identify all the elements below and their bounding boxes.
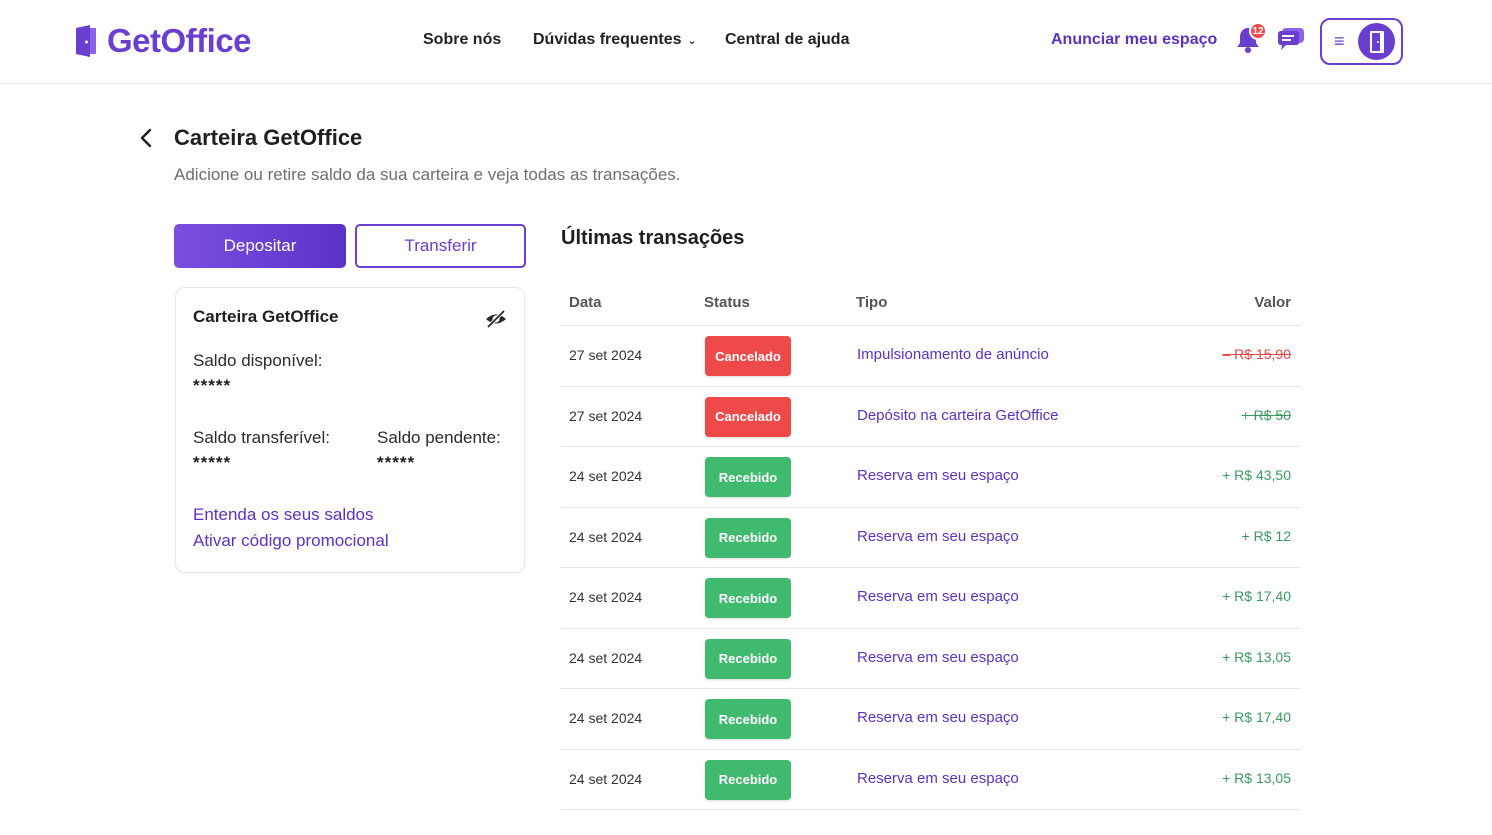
door-logo-icon — [74, 24, 98, 58]
eye-slash-icon[interactable] — [485, 309, 507, 329]
header-value: Valor — [1254, 294, 1291, 311]
pending-balance-label: Saldo pendente: — [377, 428, 501, 447]
available-balance-value: ***** — [193, 376, 232, 395]
transaction-type-link[interactable]: Reserva em seu espaço — [857, 467, 1019, 484]
deposit-button[interactable]: Depositar — [174, 224, 346, 268]
nav-central-de-ajuda[interactable]: Central de ajuda — [725, 31, 849, 49]
logo[interactable]: GetOffice — [74, 22, 252, 60]
pending-balance-value: ***** — [377, 453, 416, 472]
status-badge: Recebido — [705, 699, 791, 739]
transaction-value: + R$ 43,50 — [1222, 467, 1291, 483]
header-date: Data — [569, 294, 602, 311]
activate-promo-code-link[interactable]: Ativar código promocional — [193, 531, 389, 551]
transaction-type-link[interactable]: Reserva em seu espaço — [857, 528, 1019, 545]
table-body: 27 set 2024 Cancelado Impulsionamento de a… — [561, 326, 1300, 810]
status-badge: Recebido — [705, 638, 791, 679]
messages-button[interactable] — [1276, 26, 1306, 56]
transaction-type-link[interactable]: Impulsionamento de anúncio — [857, 346, 1049, 363]
transactions-title: Últimas transações — [561, 227, 745, 249]
transaction-date: 27 set 2024 — [569, 407, 643, 424]
transaction-value: + R$ 13,05 — [1222, 769, 1291, 786]
available-balance-label: Saldo disponível: — [193, 351, 323, 370]
back-arrow-icon[interactable] — [137, 126, 157, 150]
notification-badge: 12 — [1249, 22, 1267, 40]
nav-sobre-nos[interactable]: Sobre nós — [423, 31, 501, 49]
status-badge: Cancelado — [705, 336, 791, 376]
transaction-value: + R$ 12 — [1241, 527, 1291, 544]
transaction-date: 24 set 2024 — [569, 468, 643, 484]
table-row[interactable]: 24 set 2024 Recebido Reserva em seu espaço… — [561, 629, 1300, 689]
status-badge: Cancelado — [705, 396, 791, 437]
transferable-balance-label: Saldo transferível: — [193, 428, 331, 447]
transaction-type-link[interactable]: Reserva em seu espaço — [857, 588, 1019, 605]
table-row[interactable]: 24 set 2024 Recebido Reserva em seu espaço… — [561, 750, 1300, 810]
wallet-title: Carteira GetOffice — [193, 307, 339, 326]
status-badge: Recebido — [705, 457, 791, 497]
transfer-button[interactable]: Transferir — [355, 224, 526, 268]
transaction-date: 24 set 2024 — [569, 770, 643, 787]
chat-icon — [1276, 26, 1306, 57]
understand-balances-link[interactable]: Entenda os seus saldos — [193, 505, 374, 525]
transaction-value: + R$ 50 — [1241, 406, 1291, 423]
table-row[interactable]: 24 set 2024 Recebido Reserva em seu espaço… — [561, 568, 1300, 629]
transactions-table: Data Status Tipo Valor 27 set 2024 Cancel… — [561, 280, 1300, 810]
table-row[interactable]: 24 set 2024 Recebido Reserva em seu espaço… — [561, 508, 1300, 568]
transaction-date: 24 set 2024 — [569, 589, 643, 605]
page-title: Carteira GetOffice — [174, 125, 363, 150]
table-row[interactable]: 27 set 2024 Cancelado Depósito na carteira… — [561, 387, 1300, 447]
transaction-type-link[interactable]: Reserva em seu espaço — [857, 709, 1019, 726]
transaction-value: + R$ 17,40 — [1222, 709, 1291, 725]
nav-duvidas-label: Dúvidas frequentes — [533, 31, 682, 48]
status-badge: Recebido — [705, 578, 791, 618]
transaction-value: + R$ 13,05 — [1222, 648, 1291, 665]
header-type: Tipo — [856, 294, 888, 311]
table-row[interactable]: 24 set 2024 Recebido Reserva em seu espaço… — [561, 689, 1300, 750]
top-navigation-bar: GetOffice Sobre nós Dúvidas frequentes ⌄ … — [0, 0, 1492, 84]
table-header: Data Status Tipo Valor — [561, 280, 1300, 326]
table-row[interactable]: 24 set 2024 Recebido Reserva em seu espaço… — [561, 447, 1300, 508]
logo-text: GetOffice — [107, 22, 252, 59]
nav-duvidas-frequentes[interactable]: Dúvidas frequentes ⌄ — [533, 31, 697, 49]
transaction-value: + R$ 17,40 — [1222, 588, 1291, 604]
status-badge: Recebido — [705, 517, 791, 558]
transferable-balance-value: ***** — [193, 453, 232, 472]
transaction-date: 24 set 2024 — [569, 649, 643, 666]
header-status: Status — [704, 294, 750, 311]
transaction-type-link[interactable]: Reserva em seu espaço — [857, 649, 1019, 666]
avatar-door-icon — [1358, 23, 1395, 60]
notifications-button[interactable]: 12 — [1233, 22, 1267, 56]
transaction-date: 24 set 2024 — [569, 528, 643, 545]
transaction-date: 24 set 2024 — [569, 710, 643, 726]
announce-space-link[interactable]: Anunciar meu espaço — [1051, 31, 1217, 49]
page-subtitle: Adicione ou retire saldo da sua carteira… — [174, 165, 681, 184]
transaction-type-link[interactable]: Reserva em seu espaço — [857, 770, 1019, 787]
table-row[interactable]: 27 set 2024 Cancelado Impulsionamento de a… — [561, 326, 1300, 387]
chevron-down-icon: ⌄ — [687, 35, 697, 47]
wallet-card: Carteira GetOffice Saldo disponível: ***… — [175, 287, 525, 573]
status-badge: Recebido — [705, 759, 791, 800]
menu-icon: ≡ — [1334, 31, 1345, 51]
transaction-value: – R$ 15,90 — [1222, 346, 1292, 362]
user-menu-button[interactable]: ≡ — [1320, 18, 1403, 65]
transaction-date: 27 set 2024 — [569, 347, 643, 363]
transaction-type-link[interactable]: Depósito na carteira GetOffice — [857, 407, 1059, 424]
